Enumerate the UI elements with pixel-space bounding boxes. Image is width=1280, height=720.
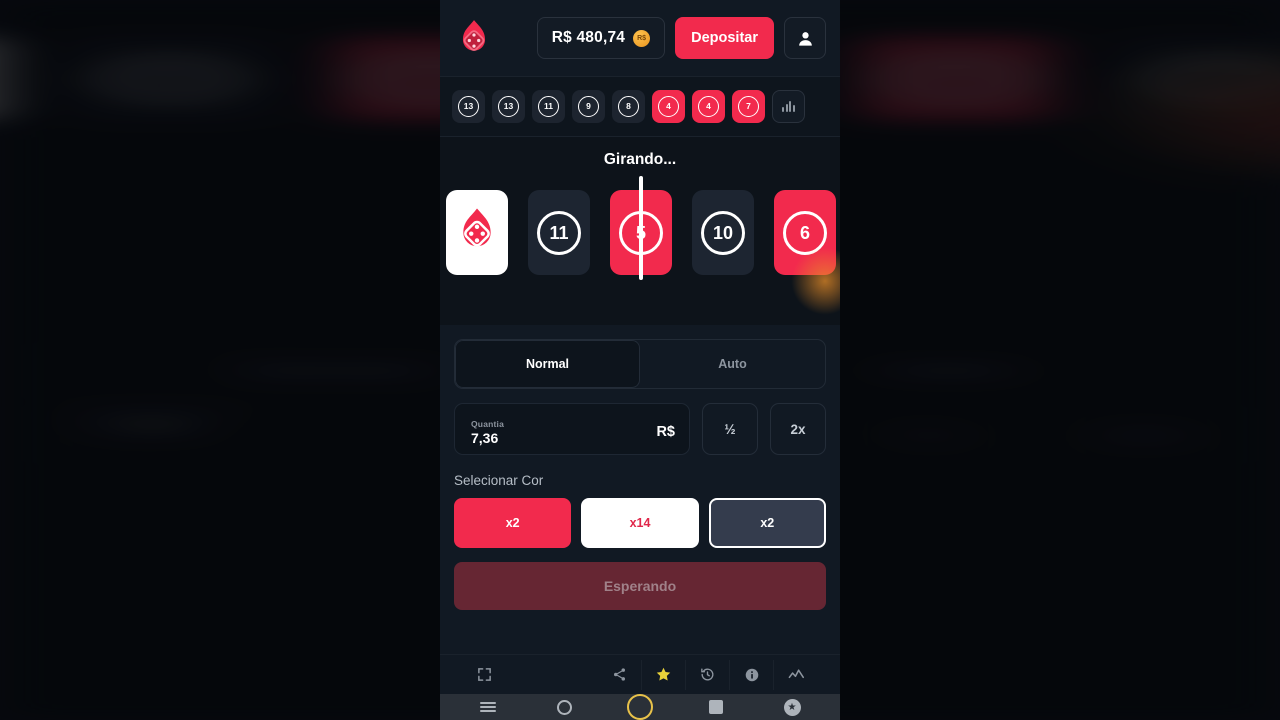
fullscreen-icon[interactable] [462,660,506,690]
round-history-bar: 13 13 11 9 8 4 4 7 [440,77,840,137]
star-badge-icon[interactable]: ★ [770,694,814,720]
history-item-value: 4 [658,96,679,117]
amount-input[interactable]: Quantia 7,36 R$ [454,403,690,455]
home-circle-icon[interactable] [618,694,662,720]
reel-tile [446,190,508,275]
color-select-group: x2 x14 x2 [454,498,826,548]
color-option-red[interactable]: x2 [454,498,572,548]
history-item[interactable]: 4 [652,90,685,123]
amount-currency: R$ [656,424,675,440]
app-header: R$ 480,74 R$ Depositar [440,0,840,77]
bar-chart-icon[interactable] [772,90,805,123]
reel-tile-value: 6 [783,210,827,255]
spin-status-text: Girando... [603,151,677,168]
history-item-value: 4 [698,96,719,117]
history-item-value: 11 [538,96,559,117]
menu-icon[interactable] [466,694,510,720]
deposit-button[interactable]: Depositar [675,17,774,59]
history-item[interactable]: 7 [732,90,765,123]
history-item-value: 7 [738,96,759,117]
game-app: R$ 480,74 R$ Depositar 13 13 11 9 8 4 4 … [440,0,840,720]
amount-value: 7,36 [471,429,499,446]
reel-strip: 11 5 10 6 [440,176,840,316]
balance-display[interactable]: R$ 480,74 R$ [536,17,666,59]
flame-dice-logo-icon [456,207,498,259]
share-icon[interactable] [598,659,642,690]
amount-label: Quantia [471,418,505,429]
history-item-value: 9 [578,96,599,117]
history-item[interactable]: 13 [492,90,525,123]
reel-tile-value: 10 [701,210,745,255]
spin-area: Girando... 11 10 6 [440,137,840,325]
history-item-value: 13 [498,96,519,117]
info-icon[interactable] [730,659,774,690]
stop-square-icon[interactable] [694,694,738,720]
balance-amount: R$ 480,74 [551,29,626,46]
history-item[interactable]: 9 [572,90,605,123]
history-item-value: 13 [458,96,479,117]
color-option-dark[interactable]: x2 [708,498,826,548]
android-nav-bar: ★ [440,694,840,720]
star-icon[interactable] [642,659,686,690]
tab-auto[interactable]: Auto [640,340,825,388]
screen: 11 5 10 6 3 Normal Auto Quantia7,36 ½ [0,0,1280,720]
color-option-white[interactable]: x14 [581,498,699,548]
search-circle-icon[interactable] [542,694,586,720]
history-item[interactable]: 8 [612,90,645,123]
history-item[interactable]: 11 [532,90,565,123]
history-icon[interactable] [686,659,730,690]
place-bet-button[interactable]: Esperando [454,562,826,610]
reel-pointer-indicator [639,176,643,280]
reel-tile: 6 [774,190,836,275]
halve-amount-button[interactable]: ½ [702,403,758,455]
reel-tile: 11 [528,190,590,275]
double-amount-button[interactable]: 2x [770,403,826,455]
reel-tile-value: 11 [537,210,581,255]
chart-icon[interactable] [774,660,818,690]
flame-dice-logo-icon[interactable] [454,18,494,58]
tab-normal[interactable]: Normal [455,340,640,388]
color-select-title: Selecionar Cor [454,473,544,488]
history-item[interactable]: 13 [452,90,485,123]
user-avatar-icon[interactable] [784,17,826,59]
history-item-value: 8 [618,96,639,117]
history-item[interactable]: 4 [692,90,725,123]
coin-icon: R$ [633,29,651,47]
bet-controls-panel: Normal Auto Quantia 7,36 R$ ½ 2x Selecio… [440,325,840,654]
reel-tile: 10 [692,190,754,275]
amount-row: Quantia 7,36 R$ ½ 2x [454,403,826,455]
mode-tab-group: Normal Auto [454,339,826,389]
game-toolbar [440,654,840,694]
